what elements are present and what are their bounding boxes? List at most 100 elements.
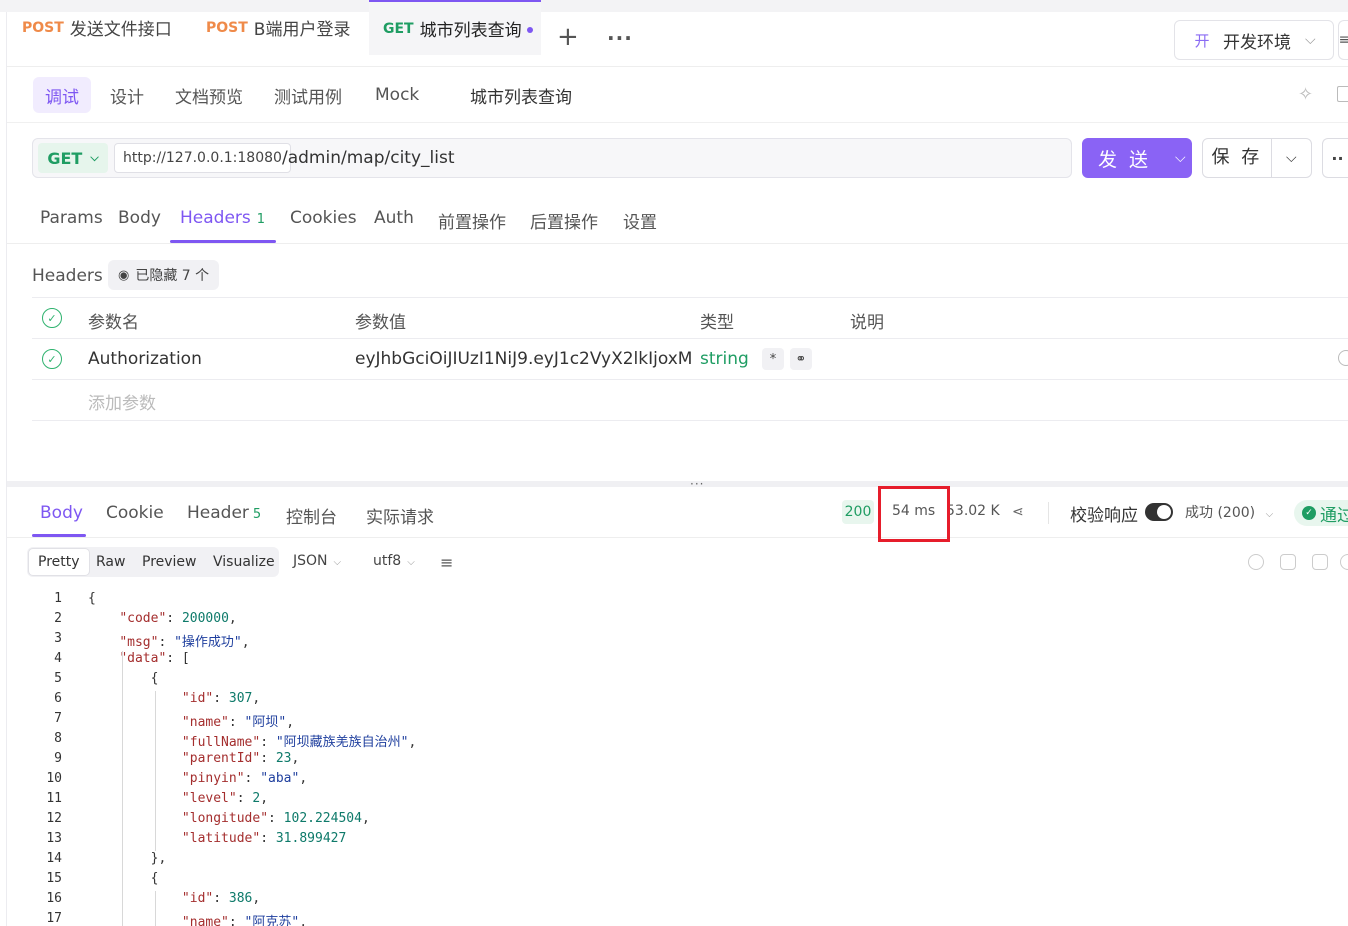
view-pretty[interactable]: Pretty <box>28 548 90 576</box>
download-icon[interactable] <box>1280 554 1296 570</box>
select-all-checkbox[interactable]: ✓ <box>42 308 62 328</box>
code-line: "code": 200000, <box>119 611 237 626</box>
save-button[interactable]: 保 存 ⌵ <box>1202 138 1312 178</box>
header-value-input[interactable]: eyJhbGciOiJIUzI1NiJ9.eyJ1c2VyX2lkIjoxM <box>355 349 692 369</box>
line-number: 14 <box>46 851 62 866</box>
column-description: 说明 <box>850 313 884 333</box>
tab-pre-script[interactable]: 前置操作 <box>438 208 506 233</box>
upload-icon[interactable] <box>1248 554 1264 570</box>
view-raw[interactable]: Raw <box>96 547 125 577</box>
unsaved-dot <box>527 27 533 33</box>
table-divider <box>32 379 1348 380</box>
line-number: 2 <box>54 611 62 626</box>
chevron-down-icon: ⌵ <box>1305 32 1316 48</box>
tab-post-script[interactable]: 后置操作 <box>530 208 598 233</box>
env-name: 开发环境 <box>1223 32 1291 53</box>
encoding-select[interactable]: utf8 ⌵ <box>373 553 415 569</box>
required-toggle[interactable]: * <box>762 348 784 370</box>
copy-icon[interactable] <box>1312 554 1328 570</box>
subnav-doc-preview[interactable]: 文档预览 <box>175 77 243 113</box>
tab-cookies[interactable]: Cookies <box>290 208 357 228</box>
response-code-viewer[interactable]: 1 {2 "code": 200000, 3 "msg": "操作成功", 4 "da… <box>0 587 1348 926</box>
headers-count: 1 <box>256 212 266 227</box>
chevron-down-icon: ⌵ <box>1265 509 1274 520</box>
tab-auth[interactable]: Auth <box>374 208 414 228</box>
new-tab-plus-icon[interactable]: + <box>557 22 579 52</box>
chevron-down-icon[interactable]: ⌵ <box>1272 150 1311 166</box>
tab-body[interactable]: Body <box>118 208 161 228</box>
code-line: "level": 2, <box>181 791 269 806</box>
resp-tab-cookie[interactable]: Cookie <box>106 503 164 523</box>
divider <box>1048 502 1049 524</box>
resp-tab-header[interactable]: Header 5 <box>187 503 261 523</box>
code-line: "id": 307, <box>181 691 261 706</box>
verify-result-select[interactable]: 成功 (200) ⌵ <box>1185 502 1273 522</box>
panel-icon[interactable] <box>1337 86 1348 102</box>
header-type-select[interactable]: string <box>700 349 749 369</box>
search-icon[interactable] <box>1340 554 1348 570</box>
resp-tab-header-label: Header <box>187 503 249 523</box>
tab-send-file[interactable]: POST 发送文件接口 <box>22 0 192 55</box>
send-button[interactable]: 发 送 ⌵ <box>1082 138 1192 178</box>
column-value: 参数值 <box>355 313 406 333</box>
line-number: 12 <box>46 811 62 826</box>
table-divider <box>32 297 1348 298</box>
verify-result: 成功 (200) <box>1185 505 1256 521</box>
window-top-strip <box>0 0 1348 12</box>
base-url[interactable]: http://127.0.0.1:18080 <box>114 143 291 173</box>
tab-title: 发送文件接口 <box>69 20 172 40</box>
tab-b-user-login[interactable]: POST B端用户登录 <box>206 0 366 55</box>
line-number: 13 <box>46 831 62 846</box>
resp-tab-body[interactable]: Body <box>40 503 83 523</box>
link-icon[interactable]: ⚭ <box>790 348 812 370</box>
resp-tab-actual-request[interactable]: 实际请求 <box>366 503 434 528</box>
wrap-lines-icon[interactable]: ≡ <box>440 553 453 572</box>
remove-row-icon[interactable] <box>1338 350 1348 366</box>
url-path-input[interactable]: /admin/map/city_list <box>282 148 454 168</box>
line-number: 9 <box>54 751 62 766</box>
row-checkbox[interactable]: ✓ <box>42 349 62 369</box>
resp-tab-console[interactable]: 控制台 <box>286 503 337 528</box>
api-name[interactable]: 城市列表查询 <box>470 77 572 113</box>
method-value: GET <box>47 148 83 168</box>
tab-city-list[interactable]: GET 城市列表查询 <box>369 0 541 55</box>
save-label: 保 存 <box>1203 139 1272 177</box>
view-preview[interactable]: Preview <box>142 547 197 577</box>
sparkle-icon[interactable]: ✧ <box>1298 84 1320 106</box>
header-name-input[interactable]: Authorization <box>88 349 202 369</box>
pass-badge[interactable]: ✓ 通过 <box>1294 500 1348 526</box>
panel-splitter[interactable] <box>7 481 1348 487</box>
code-line: "msg": "操作成功", <box>119 635 250 650</box>
headers-label: Headers <box>32 266 103 286</box>
tab-headers[interactable]: Headers 1 <box>180 208 265 228</box>
chevron-down-icon: ⌵ <box>90 151 99 164</box>
subnav-design[interactable]: 设计 <box>110 77 144 113</box>
send-label: 发 送 <box>1098 148 1152 171</box>
verify-toggle[interactable] <box>1145 503 1173 521</box>
format-select[interactable]: JSON ⌵ <box>293 553 341 569</box>
active-tab-indicator <box>170 240 276 243</box>
add-param-input[interactable]: 添加参数 <box>88 389 156 414</box>
line-number: 3 <box>54 631 62 646</box>
menu-icon[interactable]: ≡ <box>1338 20 1348 60</box>
subnav-mock[interactable]: Mock <box>375 77 419 113</box>
environment-select[interactable]: 开 开发环境 ⌵ <box>1174 20 1334 60</box>
code-line: { <box>88 871 159 886</box>
method-select[interactable]: GET ⌵ <box>38 143 108 173</box>
hidden-headers-toggle[interactable]: ◉ 已隐藏 7 个 <box>108 260 220 290</box>
tab-settings[interactable]: 设置 <box>623 208 657 233</box>
more-actions-icon[interactable]: ·· <box>1322 138 1348 178</box>
share-icon[interactable]: ⋖ <box>1012 504 1030 522</box>
tab-params[interactable]: Params <box>40 208 103 228</box>
tab-title: B端用户登录 <box>253 20 351 40</box>
code-line: "longitude": 102.224504, <box>181 811 370 826</box>
subnav-debug[interactable]: 调试 <box>33 77 91 113</box>
more-tabs-icon[interactable]: ··· <box>607 26 633 50</box>
line-number: 8 <box>54 731 62 746</box>
subnav-test-cases[interactable]: 测试用例 <box>274 77 342 113</box>
line-number: 17 <box>46 911 62 926</box>
chevron-down-icon[interactable]: ⌵ <box>1175 150 1186 166</box>
code-line: "name": "阿坝", <box>181 715 295 730</box>
view-visualize[interactable]: Visualize <box>213 547 275 577</box>
drag-handle-icon[interactable]: ··· <box>690 477 704 491</box>
